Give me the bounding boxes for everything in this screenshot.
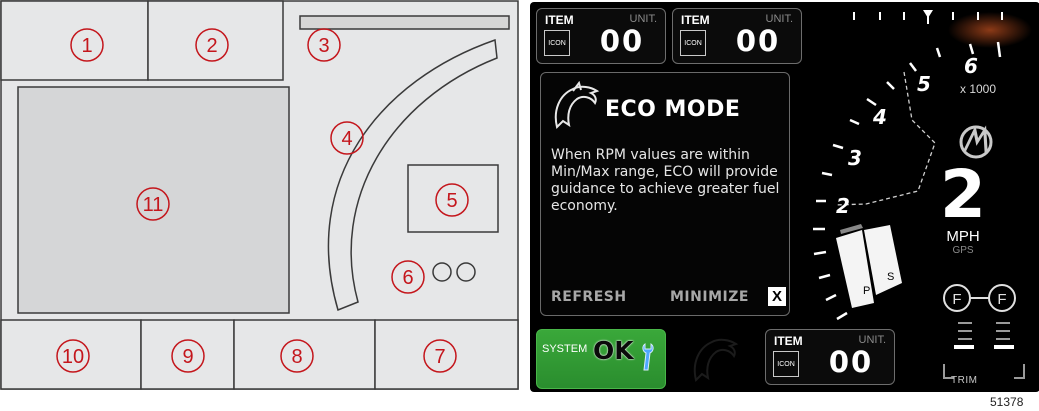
region-6-circle-left <box>432 262 452 282</box>
tach-label-3: 3 <box>848 146 862 170</box>
fuel-label-left: F <box>952 291 961 308</box>
tach-label-6: 6 <box>964 54 978 78</box>
region-7-box <box>374 319 519 390</box>
callout-7: 7 <box>434 346 445 368</box>
region-1-box <box>0 0 149 81</box>
rpm-multiplier: x 1000 <box>960 82 997 96</box>
speed-value: 2 <box>940 156 986 233</box>
layout-schematic: 1 2 3 4 5 6 7 8 9 10 11 <box>0 0 519 390</box>
tach-label-2: 2 <box>836 194 850 218</box>
callout-11: 11 <box>143 194 164 216</box>
region-6-circle-right <box>456 262 476 282</box>
tach-label-4: 4 <box>872 105 887 129</box>
speed-source: GPS <box>952 245 974 256</box>
trim-label: TRIM <box>951 375 978 386</box>
speed-unit: MPH <box>946 228 980 245</box>
trim-gauge <box>958 322 1010 340</box>
callout-5: 5 <box>446 190 457 212</box>
region-8-box <box>233 319 376 390</box>
mercury-logo <box>959 125 993 159</box>
callout-4: 4 <box>341 128 352 150</box>
callout-9: 9 <box>182 346 193 368</box>
tach-label-5: 5 <box>917 72 931 96</box>
figure-id: 51378 <box>990 395 1024 409</box>
vessel-display: ITEM UNIT. ICON 00 ITEM UNIT. ICON 00 EC… <box>530 2 1039 392</box>
callout-6: 6 <box>402 267 413 289</box>
region-3-bar <box>299 15 510 30</box>
callout-10: 10 <box>62 346 84 368</box>
redline-glow <box>948 12 1032 48</box>
callout-1: 1 <box>81 35 92 57</box>
gear-label-s: S <box>887 271 894 283</box>
callout-2: 2 <box>206 35 217 57</box>
fuel-label-right: F <box>997 291 1006 308</box>
callout-8: 8 <box>291 346 302 368</box>
gear-label-p: P <box>863 285 870 297</box>
callout-3: 3 <box>318 35 329 57</box>
